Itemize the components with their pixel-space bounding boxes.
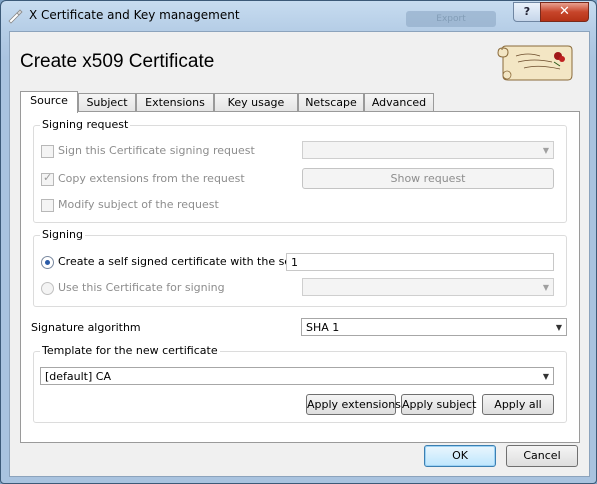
window-title: X Certificate and Key management — [29, 8, 240, 22]
signing-request-combo[interactable]: ▼ — [302, 141, 554, 159]
title-bar[interactable]: X Certificate and Key management Export … — [1, 1, 596, 31]
signing-legend: Signing — [40, 228, 86, 241]
template-combo[interactable]: [default] CA ▼ — [40, 367, 554, 385]
template-group: Template for the new certificate [defaul… — [33, 344, 567, 423]
template-value: [default] CA — [45, 370, 111, 383]
chevron-down-icon: ▼ — [542, 283, 549, 292]
tab-advanced[interactable]: Advanced — [364, 93, 434, 112]
signature-algorithm-combo[interactable]: SHA 1 ▼ — [301, 318, 567, 336]
self-signed-label: Create a self signed certificate with th… — [58, 255, 309, 268]
dialog-window: X Certificate and Key management Export … — [0, 0, 597, 484]
close-button[interactable]: ✕ — [540, 2, 589, 22]
tab-source[interactable]: Source — [20, 91, 78, 113]
page-title: Create x509 Certificate — [20, 51, 215, 72]
template-legend: Template for the new certificate — [40, 344, 220, 357]
signature-algorithm-value: SHA 1 — [306, 321, 340, 334]
cancel-button[interactable]: Cancel — [506, 445, 578, 467]
signing-group: Signing Create a self signed certificate… — [33, 228, 567, 307]
chevron-down-icon: ▼ — [555, 323, 562, 332]
dialog-client-area: Create x509 Certificate Source Subject E… — [9, 31, 590, 477]
modify-subject-label: Modify subject of the request — [58, 198, 219, 211]
app-icon — [8, 9, 23, 24]
sign-csr-checkbox[interactable] — [41, 145, 54, 158]
help-button[interactable]: ? — [513, 2, 541, 22]
use-certificate-label: Use this Certificate for signing — [58, 281, 225, 294]
ok-button[interactable]: OK — [424, 445, 496, 467]
tab-extensions[interactable]: Extensions — [136, 93, 214, 112]
show-request-button[interactable]: Show request — [302, 168, 554, 189]
serial-input[interactable]: 1 — [286, 253, 554, 271]
tab-subject[interactable]: Subject — [78, 93, 136, 112]
background-window-tab: Export — [406, 11, 496, 27]
source-tab-panel: Signing request Sign this Certificate si… — [20, 111, 580, 443]
tab-netscape[interactable]: Netscape — [298, 93, 364, 112]
chevron-down-icon: ▼ — [542, 372, 549, 381]
modify-subject-checkbox[interactable] — [41, 199, 54, 212]
tab-key-usage[interactable]: Key usage — [214, 93, 298, 112]
apply-extensions-button[interactable]: Apply extensions — [306, 394, 401, 415]
sign-csr-label: Sign this Certificate signing request — [58, 144, 255, 157]
signature-algorithm-label: Signature algorithm — [31, 321, 141, 334]
signing-request-group: Signing request Sign this Certificate si… — [33, 118, 567, 223]
signing-request-legend: Signing request — [40, 118, 131, 131]
apply-all-button[interactable]: Apply all — [482, 394, 554, 415]
use-certificate-radio[interactable] — [41, 282, 54, 295]
copy-extensions-checkbox[interactable] — [41, 171, 54, 186]
self-signed-radio[interactable] — [41, 256, 54, 269]
scroll-logo-icon — [497, 45, 573, 81]
apply-subject-button[interactable]: Apply subject — [401, 394, 476, 415]
copy-extensions-label: Copy extensions from the request — [58, 172, 245, 185]
signing-certificate-combo[interactable]: ▼ — [302, 278, 554, 296]
chevron-down-icon: ▼ — [542, 146, 549, 155]
